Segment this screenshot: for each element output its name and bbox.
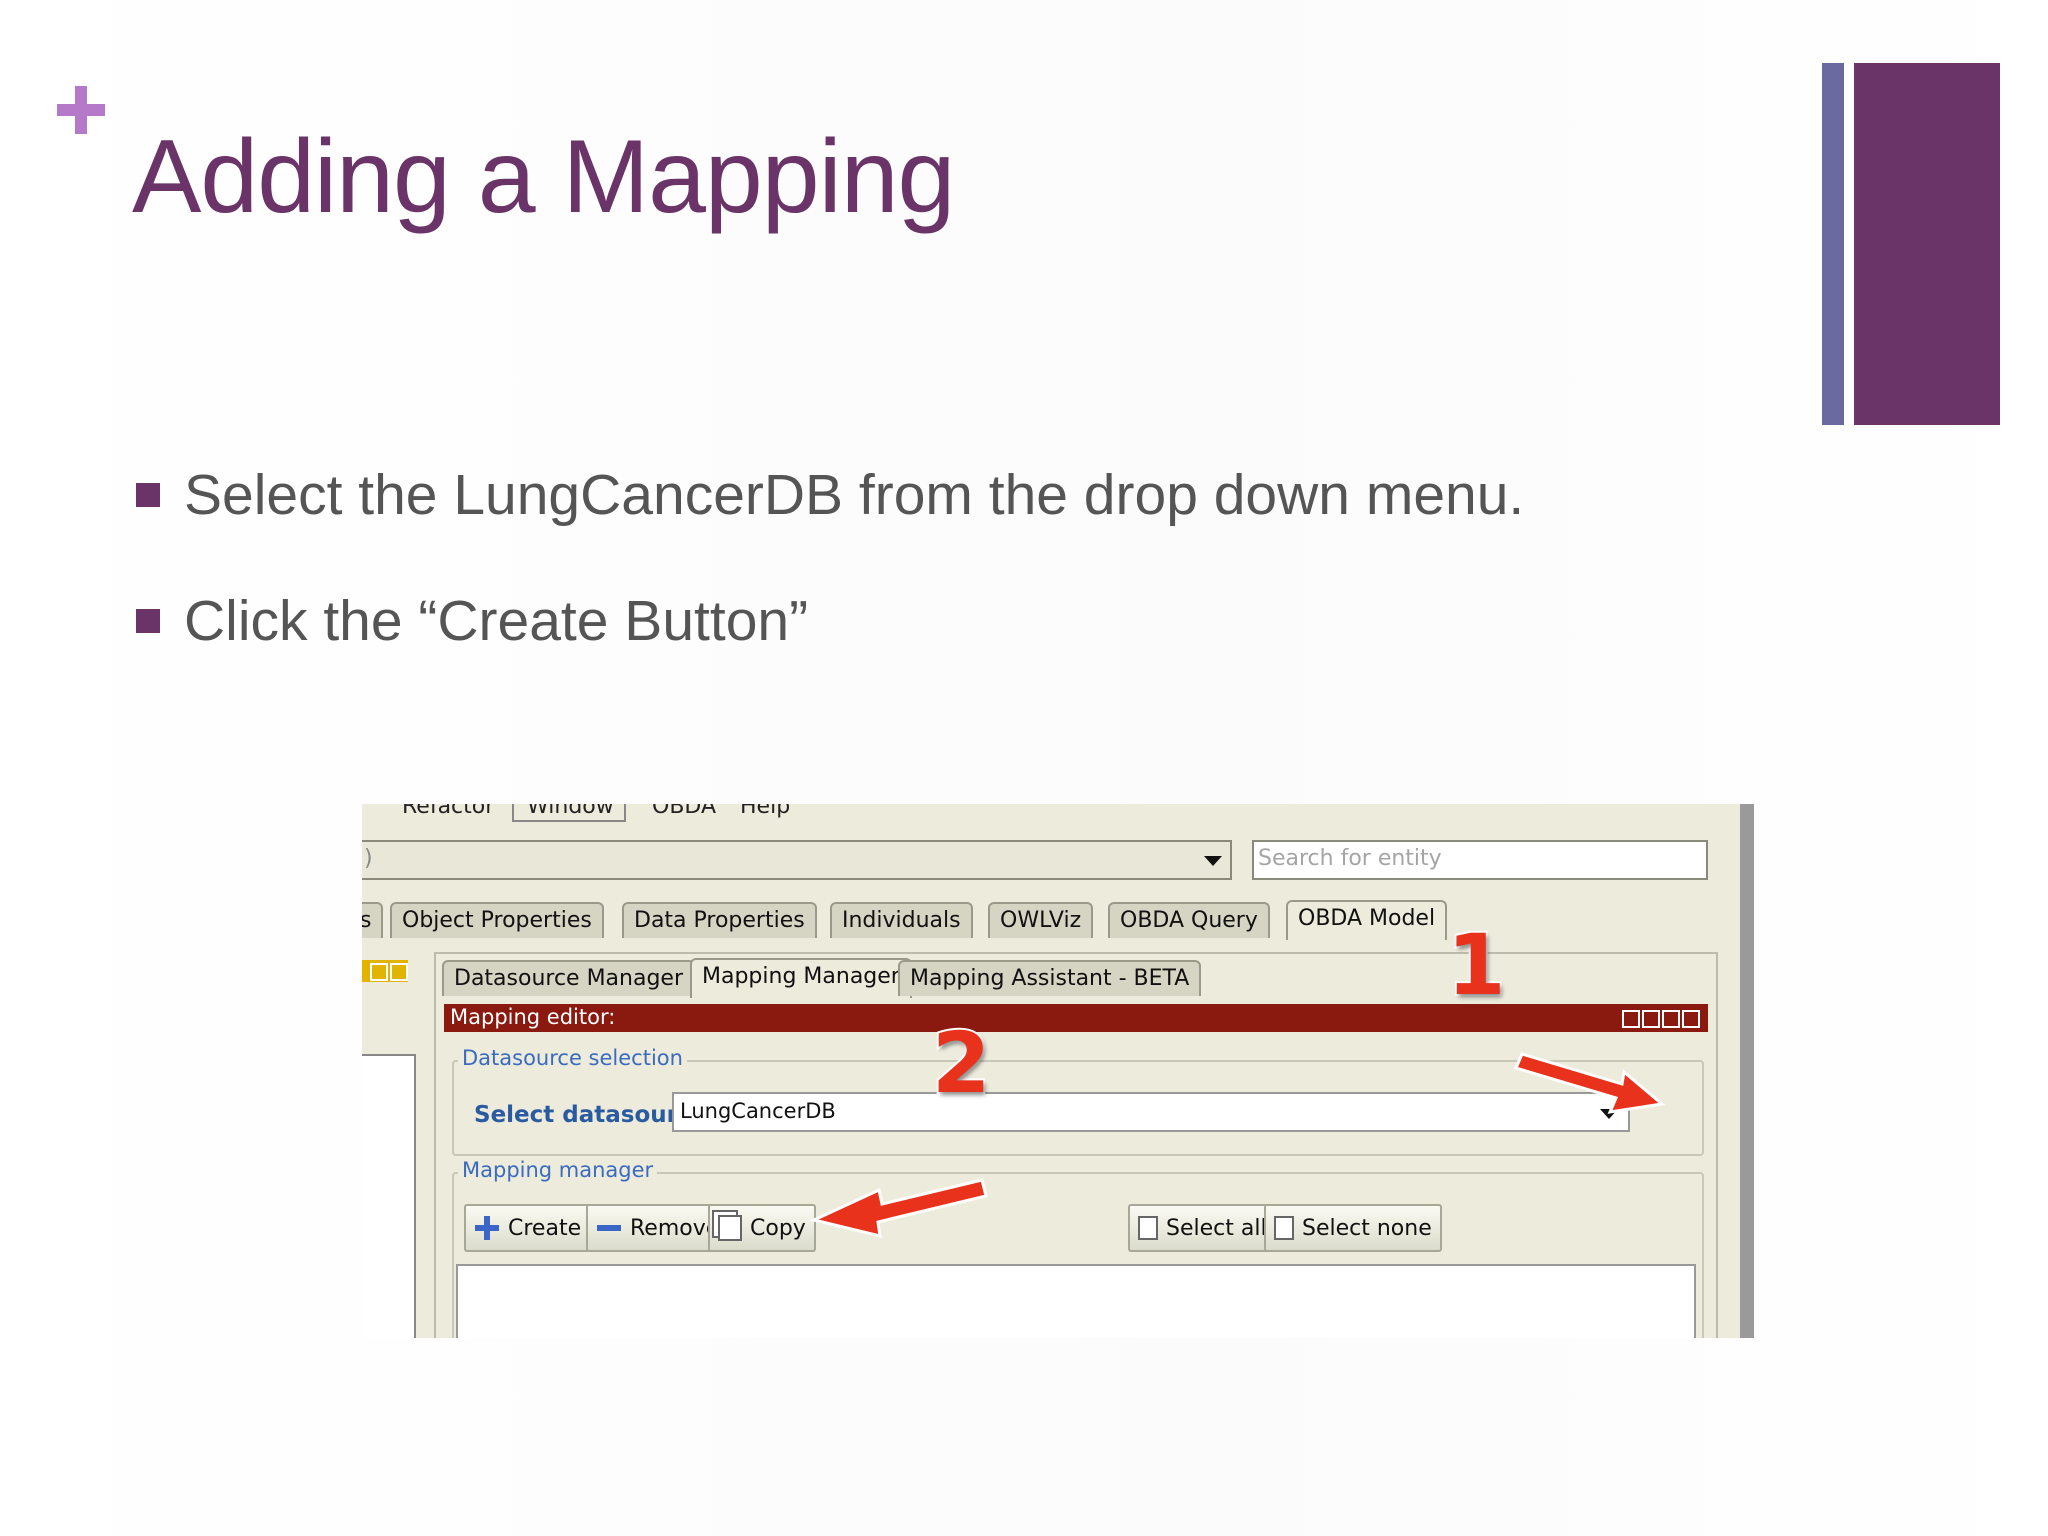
embedded-screenshot: Refactor Window OBDA Help ) s Object Pro… (362, 804, 1754, 1338)
bullet-item: Click the “Create Button” (136, 588, 808, 654)
bullet-square-icon (136, 609, 160, 633)
plus-icon (50, 80, 110, 140)
annotation-arrows (809, 1052, 1666, 1238)
arrow-to-dropdown (1513, 1052, 1666, 1114)
annotation-number-1: 1 (1445, 914, 1507, 1016)
bullet-text: Click the “Create Button” (184, 589, 809, 653)
accent-bar-thin (1822, 63, 1844, 425)
slide-title: Adding a Mapping (132, 119, 955, 235)
red-arrow-icon (809, 1178, 988, 1238)
annotation-number-2: 2 (930, 1012, 992, 1114)
bullet-text: Select the LungCancerDB from the drop do… (184, 463, 1525, 527)
bullet-item: Select the LungCancerDB from the drop do… (136, 462, 1524, 528)
accent-bar-thick (1854, 63, 2000, 425)
bullet-square-icon (136, 483, 160, 507)
arrow-to-create (809, 1178, 988, 1238)
red-arrow-icon (1513, 1052, 1666, 1114)
